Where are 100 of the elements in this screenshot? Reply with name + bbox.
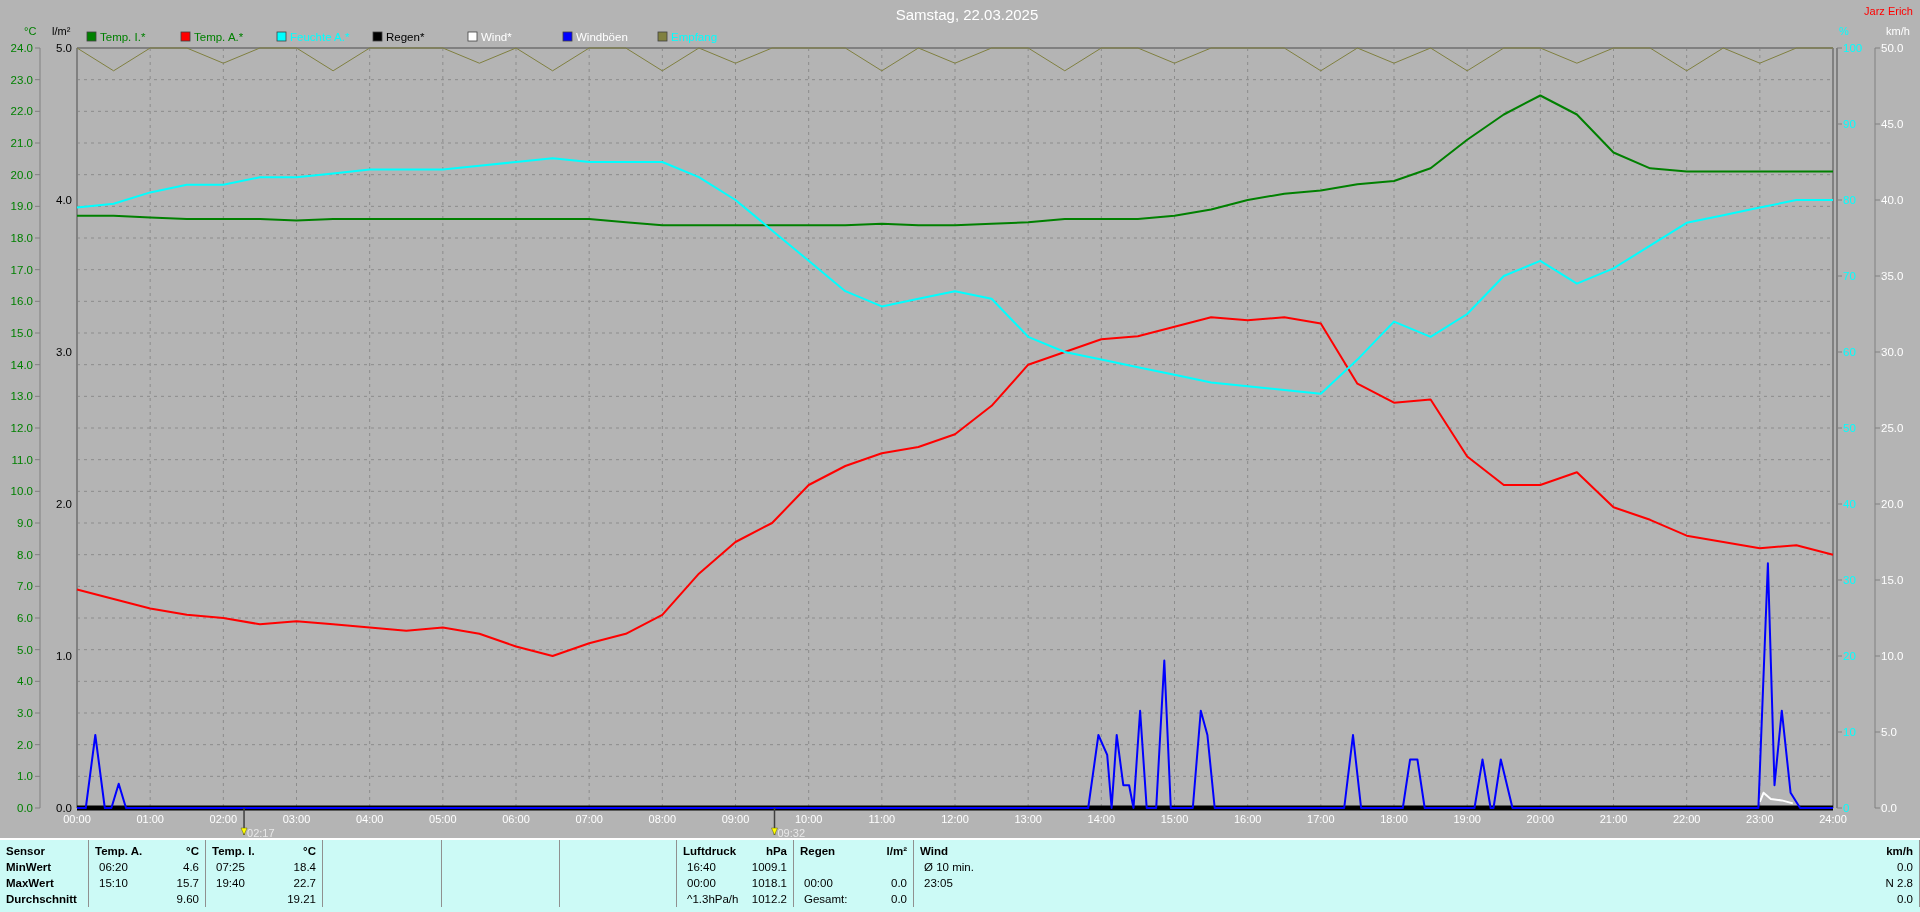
axis-label: 30 <box>1843 574 1856 586</box>
axis-label: 70 <box>1843 270 1856 282</box>
table-cell: 0.0 <box>891 893 907 905</box>
table-cell: 1009.1 <box>751 861 787 873</box>
axis-label: 15:00 <box>1160 813 1189 825</box>
row-label: Sensor <box>6 845 45 857</box>
axis-label: 20:00 <box>1526 813 1555 825</box>
axis-label: 0.0 <box>1881 802 1897 814</box>
axis-label: 25.0 <box>1881 422 1904 434</box>
table-cell: 0.0 <box>1897 893 1913 905</box>
table-cell-text: Ø 10 min. <box>923 861 974 873</box>
axis-label: 17:00 <box>1307 813 1335 825</box>
axis-label: 24:00 <box>1819 813 1847 825</box>
axis-label: 6.0 <box>17 612 33 624</box>
column-unit: °C <box>186 845 199 857</box>
axis-label: 11.0 <box>11 453 33 466</box>
axis-label: 15.0 <box>10 327 33 339</box>
axis-unit: l/m² <box>52 25 71 37</box>
axis-label: 13:00 <box>1014 813 1042 825</box>
axis-label: 19:00 <box>1453 813 1481 825</box>
axis-label: 06:00 <box>502 813 530 825</box>
legend-label: Windböen <box>576 31 628 43</box>
axis-label: 01:00 <box>136 813 164 825</box>
row-label: MaxWert <box>6 877 54 889</box>
axis-label: 20 <box>1843 650 1856 662</box>
axis-label: 20.0 <box>1881 498 1904 510</box>
axis-label: 40.0 <box>1881 194 1904 206</box>
axis-unit: °C <box>24 25 37 37</box>
table-cell-text: 16:40 <box>686 861 716 873</box>
axis-label: 45.0 <box>1881 118 1904 130</box>
table-cell: N 2.8 <box>1885 877 1913 889</box>
axis-label: 7.0 <box>17 580 33 593</box>
table-cell-text: 07:25 <box>215 861 245 873</box>
axis-label: 23.0 <box>10 73 33 86</box>
axis-label: 21:00 <box>1599 813 1628 825</box>
table-cell-text: 23:05 <box>923 877 953 889</box>
axis-label: 3.0 <box>56 346 72 358</box>
table-cell: 1012.2 <box>751 893 787 905</box>
axis-label: 8.0 <box>17 548 33 561</box>
table-cell: 19.21 <box>287 893 316 905</box>
axis-label: 35.0 <box>1881 270 1904 282</box>
axis-label: 14:00 <box>1087 813 1116 825</box>
axis-label: 12.0 <box>10 422 33 434</box>
axis-label: 5.0 <box>1881 726 1897 738</box>
legend-label: Wind* <box>481 31 512 43</box>
table-cell-text: 15:10 <box>98 877 128 889</box>
table-cell: 0.0 <box>1897 861 1913 873</box>
table-cell: 18.4 <box>293 861 316 873</box>
axis-label: 1.0 <box>17 770 33 783</box>
axis-label: 5.0 <box>56 42 72 54</box>
table-cell-text: 00:00 <box>803 877 833 889</box>
axis-label: 2.0 <box>17 738 33 751</box>
axis-label: 4.0 <box>17 675 33 688</box>
owner-name: Jarz Erich <box>1864 5 1913 17</box>
axis-label: 2.0 <box>56 498 72 510</box>
chart-title: Samstag, 22.03.2025 <box>895 6 1039 23</box>
axis-label: 15.0 <box>1881 574 1904 586</box>
axis-unit: % <box>1839 25 1849 37</box>
axis-label: 00:00 <box>63 813 91 825</box>
axis-label: 10.0 <box>1881 650 1904 662</box>
table-cell: 0.0 <box>891 877 907 889</box>
axis-label: 0.0 <box>56 802 72 814</box>
axis-label: 10.0 <box>10 485 33 498</box>
axis-label: 50 <box>1843 422 1856 434</box>
axis-label: 60 <box>1843 346 1856 358</box>
axis-label: 0 <box>1843 802 1850 814</box>
axis-label: 08:00 <box>648 813 677 825</box>
axis-label: 20.0 <box>10 168 33 181</box>
axis-label: 22:00 <box>1672 813 1701 825</box>
table-cell-text: Gesamt: <box>803 893 848 905</box>
table-cell-text: 00:00 <box>686 877 716 889</box>
row-label: Durchschnitt <box>6 893 77 905</box>
legend-label: Regen* <box>386 31 425 43</box>
legend-label: Temp. A.* <box>194 31 244 43</box>
axis-label: 03:00 <box>282 813 311 825</box>
row-label: MinWert <box>6 861 52 873</box>
column-unit: °C <box>303 845 316 857</box>
axis-label: 21.0 <box>10 137 33 149</box>
axis-label: 24.0 <box>10 42 33 54</box>
axis-label: 22.0 <box>10 105 33 118</box>
column-title: Regen <box>800 845 836 857</box>
axis-label: 16.0 <box>10 295 33 308</box>
table-cell: 9.60 <box>176 893 199 905</box>
axis-label: 09:00 <box>721 813 750 825</box>
column-unit: hPa <box>765 845 787 857</box>
axis-unit: km/h <box>1886 25 1910 37</box>
axis-label: 80 <box>1843 194 1856 206</box>
axis-label: 11:00 <box>868 813 896 825</box>
axis-label: 9.0 <box>17 517 33 529</box>
table-cell: 4.6 <box>183 861 199 873</box>
axis-label: 1.0 <box>56 650 72 662</box>
axis-label: 90 <box>1843 118 1856 130</box>
axis-label: 23:00 <box>1746 813 1774 825</box>
axis-label: 14.0 <box>10 358 33 371</box>
table-cell: 22.7 <box>293 877 316 889</box>
axis-label: 16:00 <box>1233 813 1262 825</box>
column-unit: l/m² <box>886 845 907 857</box>
legend-label: Feuchte A.* <box>290 31 350 43</box>
axis-label: 19.0 <box>10 200 33 213</box>
table-cell-text: 06:20 <box>98 861 128 873</box>
